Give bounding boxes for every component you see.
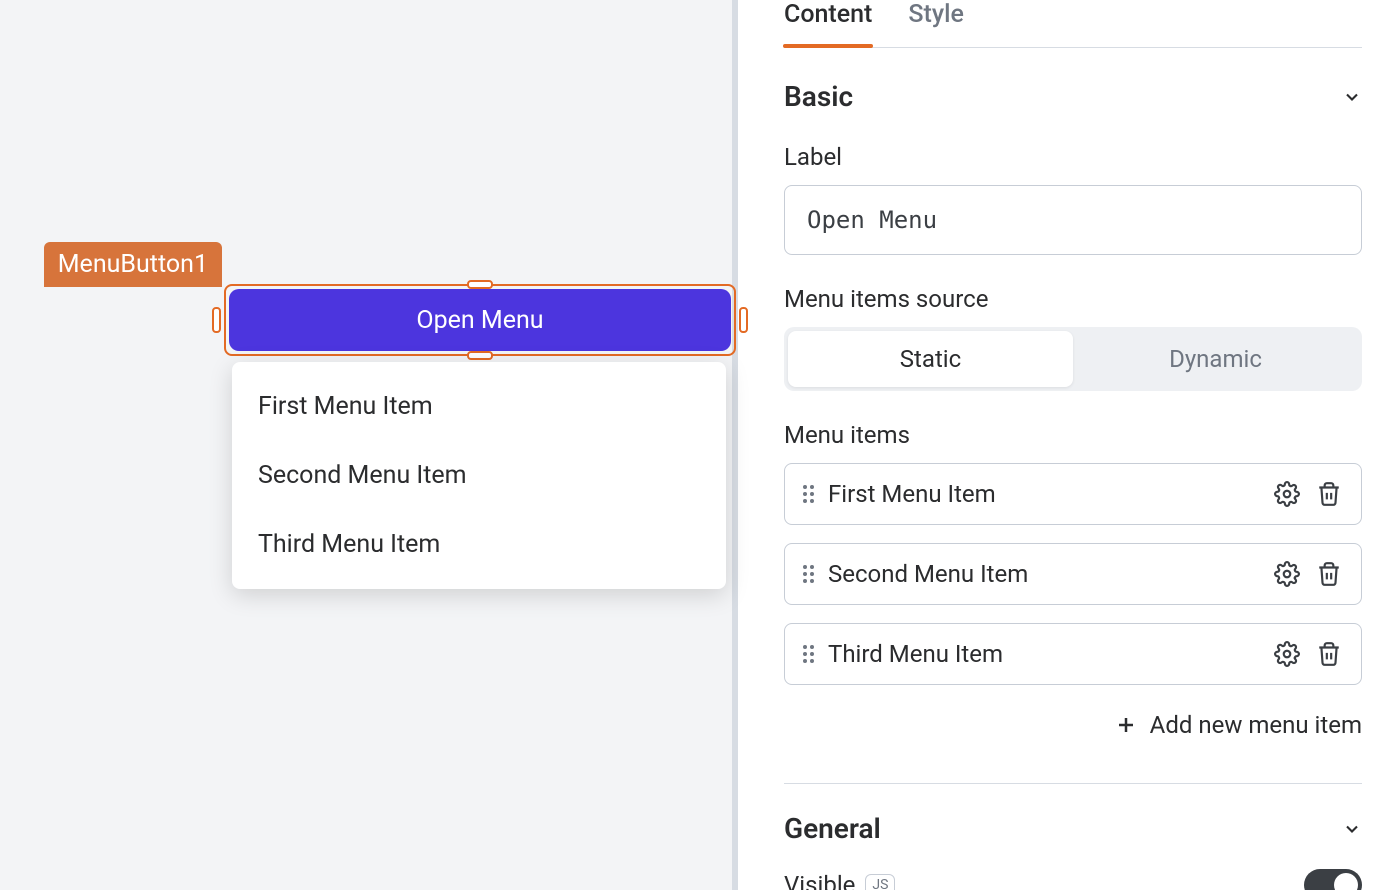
menu-item-row-label: Third Menu Item: [828, 640, 1259, 668]
gear-icon[interactable]: [1273, 560, 1301, 588]
menu-items-label: Menu items: [784, 421, 1362, 449]
component-name-badge[interactable]: MenuButton1: [44, 242, 222, 287]
properties-panel: Content Style Basic Label Menu items sou…: [750, 0, 1396, 890]
drag-handle-icon[interactable]: [803, 485, 814, 503]
trash-icon[interactable]: [1315, 480, 1343, 508]
menu-button-label: Open Menu: [416, 306, 543, 335]
add-menu-item-button[interactable]: Add new menu item: [784, 711, 1362, 739]
menu-item-2[interactable]: Second Menu Item: [232, 441, 726, 510]
trash-icon[interactable]: [1315, 560, 1343, 588]
menu-item-row-label: Second Menu Item: [828, 560, 1259, 588]
resize-handle-left[interactable]: [212, 307, 221, 333]
canvas-edge: [732, 0, 750, 890]
menu-item-row-label: First Menu Item: [828, 480, 1259, 508]
label-field-label: Label: [784, 143, 1362, 171]
menu-item-row[interactable]: First Menu Item: [784, 463, 1362, 525]
menu-button-preview[interactable]: Open Menu: [229, 289, 731, 351]
design-canvas[interactable]: MenuButton1 Open Menu First Menu Item Se…: [0, 0, 750, 890]
menu-item-3[interactable]: Third Menu Item: [232, 510, 726, 579]
resize-handle-right[interactable]: [739, 307, 748, 333]
drag-handle-icon[interactable]: [803, 565, 814, 583]
menu-item-1[interactable]: First Menu Item: [232, 372, 726, 441]
section-basic-header[interactable]: Basic: [784, 80, 1362, 113]
label-input[interactable]: [784, 185, 1362, 255]
visible-label: Visible: [784, 871, 855, 890]
menu-source-segmented: Static Dynamic: [784, 327, 1362, 391]
gear-icon[interactable]: [1273, 480, 1301, 508]
section-general-header[interactable]: General: [784, 812, 1362, 845]
visible-toggle[interactable]: [1304, 869, 1362, 890]
visible-field: Visible JS: [784, 869, 1362, 890]
gear-icon[interactable]: [1273, 640, 1301, 668]
segment-static[interactable]: Static: [788, 331, 1073, 387]
section-basic-title: Basic: [784, 80, 853, 113]
js-badge[interactable]: JS: [865, 874, 895, 890]
drag-handle-icon[interactable]: [803, 645, 814, 663]
tab-style[interactable]: Style: [908, 0, 963, 47]
section-general-title: General: [784, 812, 881, 845]
menu-item-row[interactable]: Third Menu Item: [784, 623, 1362, 685]
menu-dropdown-preview: First Menu Item Second Menu Item Third M…: [232, 362, 726, 589]
trash-icon[interactable]: [1315, 640, 1343, 668]
resize-handle-top[interactable]: [467, 280, 493, 289]
chevron-down-icon: [1342, 87, 1362, 107]
add-menu-item-label: Add new menu item: [1150, 711, 1362, 739]
panel-tabs: Content Style: [784, 0, 1362, 48]
menu-source-label: Menu items source: [784, 285, 1362, 313]
plus-icon: [1114, 713, 1138, 737]
menu-item-row[interactable]: Second Menu Item: [784, 543, 1362, 605]
tab-content[interactable]: Content: [784, 0, 872, 47]
segment-dynamic[interactable]: Dynamic: [1073, 331, 1358, 387]
resize-handle-bottom[interactable]: [467, 351, 493, 360]
chevron-down-icon: [1342, 819, 1362, 839]
